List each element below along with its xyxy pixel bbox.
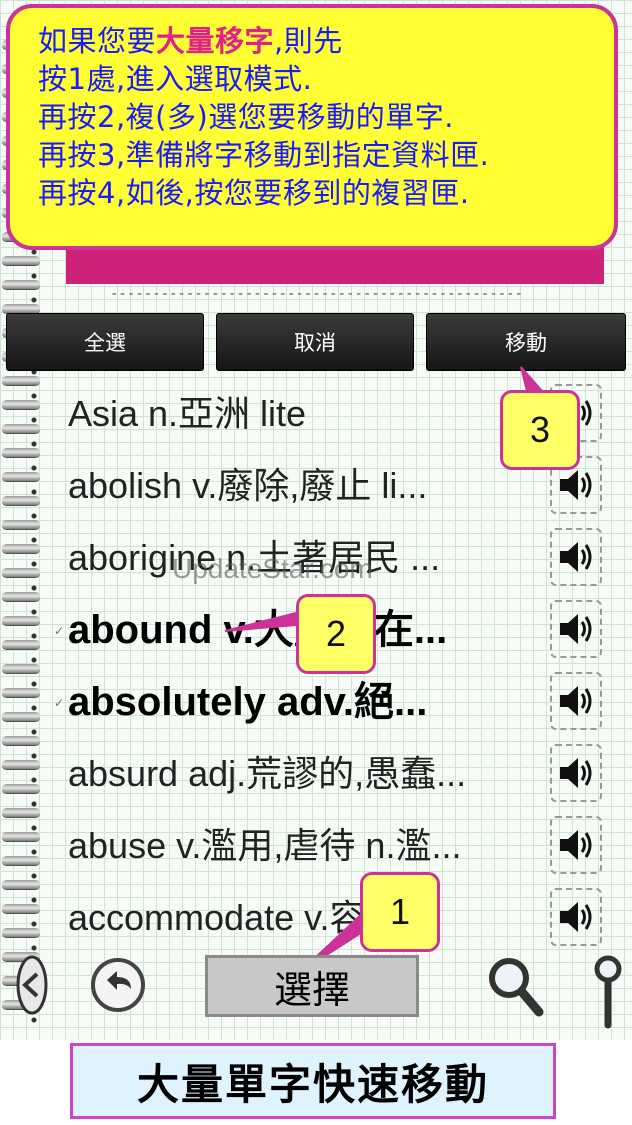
- binding-ring: [2, 256, 40, 265]
- caption-box: 大量單字快速移動: [70, 1043, 556, 1119]
- speaker-icon[interactable]: [550, 672, 602, 730]
- binding-ring: [2, 664, 40, 673]
- cancel-button[interactable]: 取消: [216, 313, 414, 371]
- word-row[interactable]: abuse v.濫用,虐待 n.濫...: [60, 810, 620, 882]
- binding-ring: [2, 736, 40, 745]
- callout-1: 1: [360, 872, 440, 952]
- banner-text-segment: ,則先: [274, 24, 343, 58]
- left-arrow-icon[interactable]: [14, 950, 50, 1020]
- binding-ring: [2, 640, 40, 649]
- banner-line: 如果您要大量移字,則先: [38, 22, 614, 60]
- back-arrow-icon[interactable]: [88, 955, 148, 1015]
- binding-ring: [2, 280, 40, 289]
- right-edge-search-icon[interactable]: [592, 950, 624, 1034]
- binding-ring: [2, 880, 40, 889]
- dashed-divider: ----------------------------------------…: [110, 286, 522, 302]
- binding-ring: [2, 592, 40, 601]
- move-button[interactable]: 移動: [426, 313, 626, 371]
- banner-line: 再按2,複(多)選您要移動的單字.: [38, 98, 614, 136]
- binding-ring: [2, 568, 40, 577]
- watermark: UpdateStar.com: [172, 553, 373, 584]
- word-row[interactable]: ✓ absolutely adv.絕...: [54, 666, 620, 738]
- callout-3: 3: [500, 390, 580, 470]
- binding-ring: [2, 424, 40, 433]
- speaker-icon[interactable]: [550, 600, 602, 658]
- binding-ring: [2, 520, 40, 529]
- banner-text-segment: 如果您要: [38, 24, 157, 58]
- binding-ring: [2, 904, 40, 913]
- banner-text-segment: 再按4,如後,按您要移到的複習匣.: [38, 176, 470, 210]
- speaker-icon[interactable]: [550, 528, 602, 586]
- binding-ring: [2, 808, 40, 817]
- banner-text: 如果您要大量移字,則先 按1處,進入選取模式. 再按2,複(多)選您要移動的單字. 再…: [38, 22, 614, 212]
- checkmark-icon: ✓: [54, 696, 65, 710]
- action-toolbar: 全選 取消 移動: [6, 313, 626, 371]
- binding-ring: [2, 688, 40, 697]
- word-entry: Asia n.亞洲 lite: [68, 393, 307, 434]
- bottom-bar: 選擇: [0, 945, 632, 1040]
- callout-2: 2: [296, 594, 376, 674]
- binding-ring: [2, 400, 40, 409]
- word-row[interactable]: accommodate v.容...: [60, 882, 620, 954]
- banner-text-segment: 按1處,進入選取模式.: [38, 62, 313, 96]
- banner-text-segment: 再按3,準備將字移動到指定資料匣.: [38, 138, 490, 172]
- banner-line: 再按4,如後,按您要移到的複習匣.: [38, 174, 614, 212]
- word-entry: abuse v.濫用,虐待 n.濫...: [68, 825, 462, 866]
- binding-ring: [2, 928, 40, 937]
- binding-ring: [2, 448, 40, 457]
- binding-ring: [2, 784, 40, 793]
- binding-ring: [2, 856, 40, 865]
- instruction-banner: 如果您要大量移字,則先 按1處,進入選取模式. 再按2,複(多)選您要移動的單字. 再…: [6, 4, 618, 250]
- word-entry: accommodate v.容...: [68, 897, 396, 938]
- select-all-button[interactable]: 全選: [6, 313, 204, 371]
- speaker-icon[interactable]: [550, 888, 602, 946]
- banner-line: 按1處,進入選取模式.: [38, 60, 614, 98]
- binding-ring: [2, 304, 40, 313]
- speaker-icon[interactable]: [550, 744, 602, 802]
- binding-ring: [2, 496, 40, 505]
- binding-ring: [2, 760, 40, 769]
- banner-line: 再按3,準備將字移動到指定資料匣.: [38, 136, 614, 174]
- binding-ring: [2, 544, 40, 553]
- binding-ring: [2, 616, 40, 625]
- word-entry: absolutely adv.絕...: [68, 680, 428, 724]
- binding-ring: [2, 376, 40, 385]
- checkmark-icon: ✓: [54, 624, 65, 638]
- magnifier-icon[interactable]: [484, 953, 546, 1019]
- banner-text-segment: 再按2,複(多)選您要移動的單字.: [38, 100, 455, 134]
- word-entry: abolish v.廢除,廢止 li...: [68, 465, 428, 506]
- binding-ring: [2, 832, 40, 841]
- word-entry: absurd adj.荒謬的,愚蠢...: [68, 753, 467, 794]
- binding-ring: [2, 712, 40, 721]
- word-row[interactable]: absurd adj.荒謬的,愚蠢...: [60, 738, 620, 810]
- select-button[interactable]: 選擇: [205, 955, 419, 1017]
- binding-ring: [2, 472, 40, 481]
- banner-highlight: 大量移字: [156, 24, 275, 58]
- speaker-icon[interactable]: [550, 816, 602, 874]
